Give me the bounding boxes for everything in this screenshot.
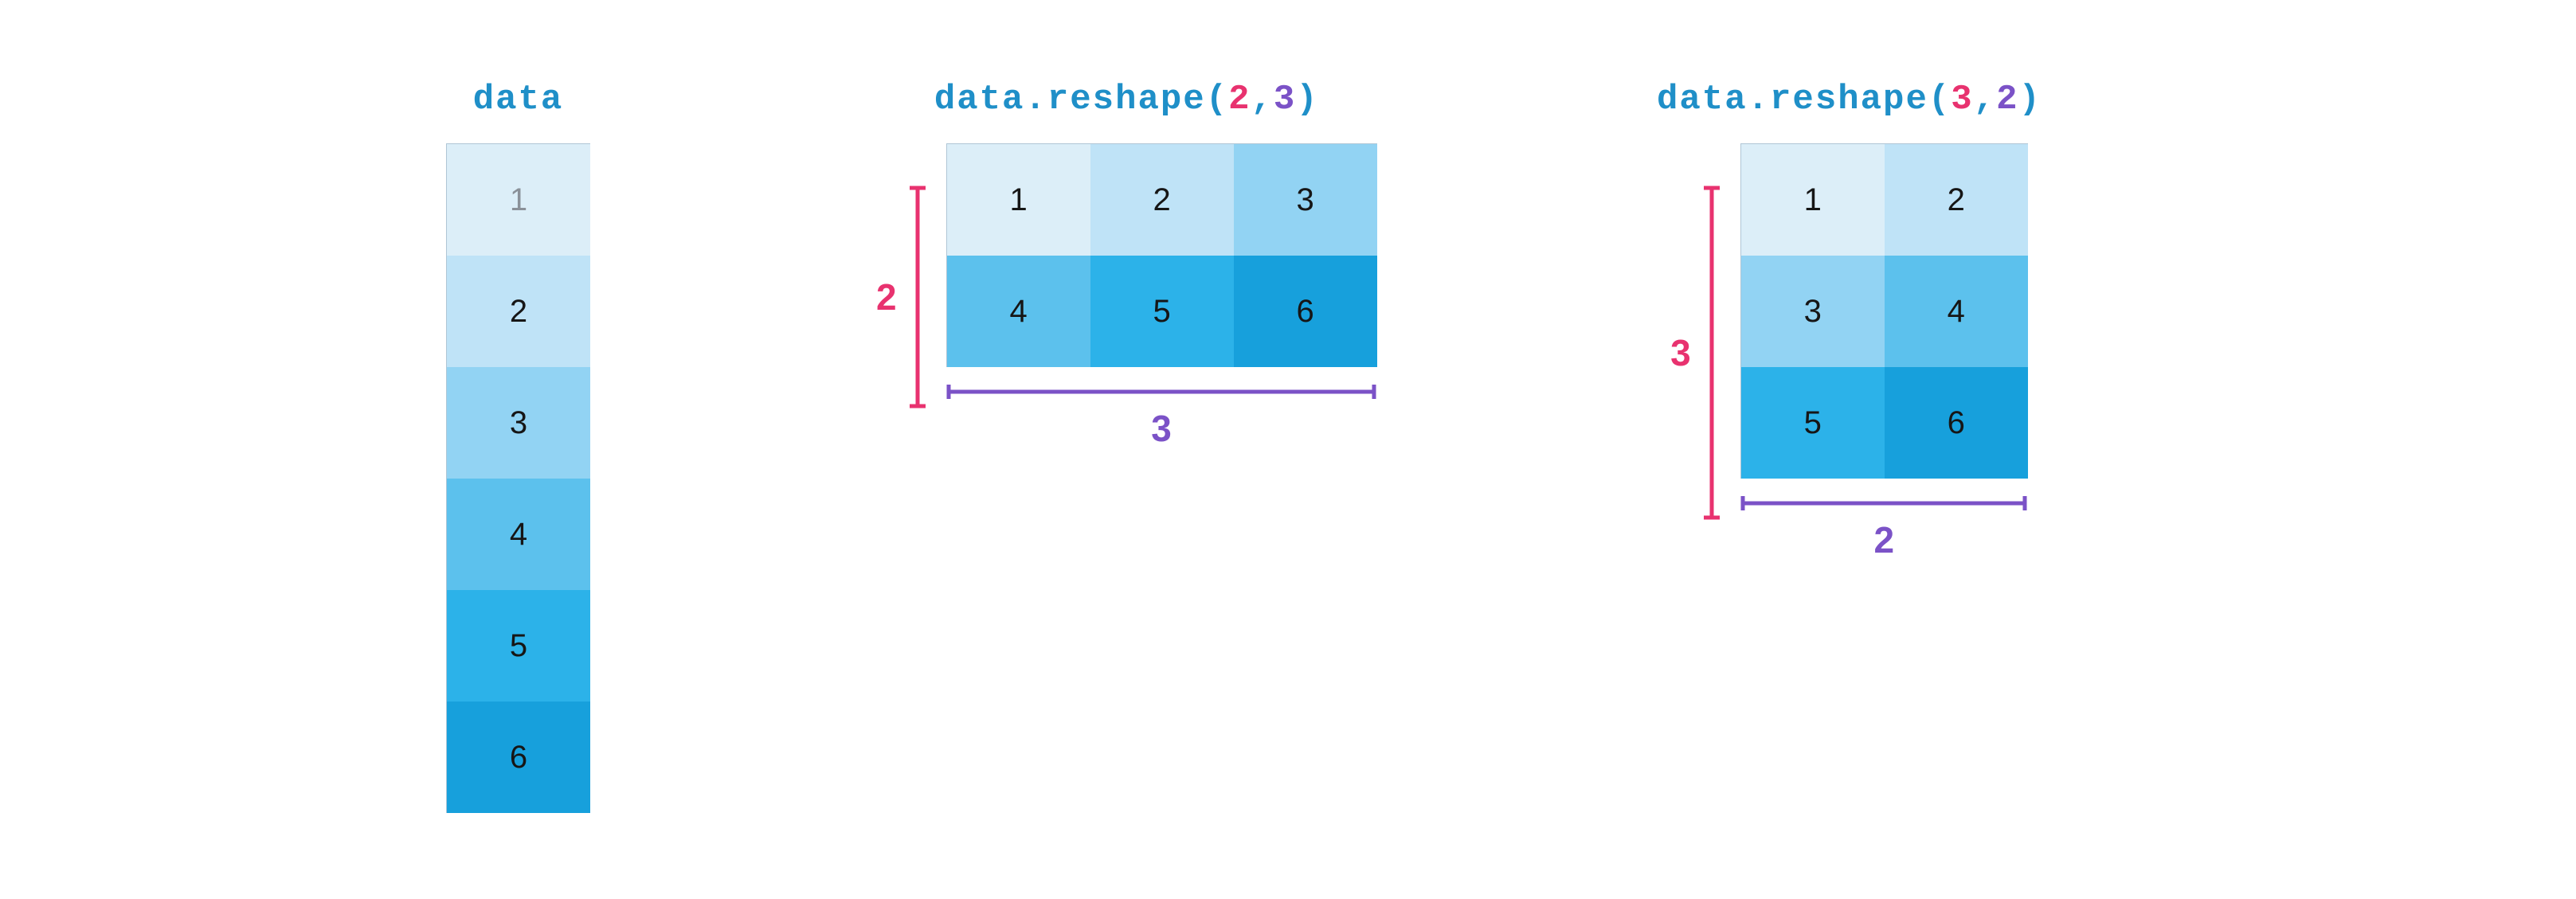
reshape23-cell: 4 bbox=[947, 256, 1090, 367]
reshape23-title: data.reshape(2,3) bbox=[934, 80, 1319, 119]
reshape32-cell: 2 bbox=[1885, 144, 2028, 256]
reshape23-cell: 5 bbox=[1090, 256, 1234, 367]
reshape32-grid: 1 2 3 4 5 6 bbox=[1740, 143, 2028, 479]
source-cell: 6 bbox=[447, 702, 590, 813]
source-cell: 4 bbox=[447, 479, 590, 590]
source-cell: 3 bbox=[447, 367, 590, 479]
reshape32-cell: 6 bbox=[1885, 367, 2028, 479]
reshape32-cell: 3 bbox=[1741, 256, 1885, 367]
reshape32-cols-label: 2 bbox=[1873, 518, 1894, 561]
reshape23-cols-label: 3 bbox=[1151, 407, 1172, 450]
reshape23-rows-label: 2 bbox=[876, 276, 897, 319]
panel-reshape-2-3: data.reshape(2,3) 2 1 2 3 4 5 6 bbox=[876, 80, 1377, 450]
reshape32-rows-label: 3 bbox=[1670, 331, 1691, 374]
panel-source: data 1 2 3 4 5 6 bbox=[446, 80, 590, 813]
reshape32-cell: 4 bbox=[1885, 256, 2028, 367]
reshape23-grid: 1 2 3 4 5 6 bbox=[946, 143, 1377, 367]
bracket-icon bbox=[1701, 186, 1723, 520]
reshape32-title: data.reshape(3,2) bbox=[1657, 80, 2042, 119]
reshape32-rows-bracket: 3 bbox=[1670, 186, 1723, 520]
reshape32-cols-bracket: 2 bbox=[1740, 493, 2028, 561]
source-title: data bbox=[473, 80, 564, 119]
bracket-icon bbox=[1740, 493, 2027, 514]
reshape32-cell: 1 bbox=[1741, 144, 1885, 256]
bracket-icon bbox=[906, 186, 929, 408]
reshape23-cell: 2 bbox=[1090, 144, 1234, 256]
source-grid: 1 2 3 4 5 6 bbox=[446, 143, 590, 813]
source-cell: 5 bbox=[447, 590, 590, 702]
panel-reshape-3-2: data.reshape(3,2) 3 1 2 3 4 5 6 bbox=[1657, 80, 2042, 561]
reshape23-cell: 1 bbox=[947, 144, 1090, 256]
bracket-icon bbox=[946, 381, 1376, 402]
reshape23-cols-bracket: 3 bbox=[946, 381, 1377, 450]
reshape23-rows-bracket: 2 bbox=[876, 186, 929, 408]
source-cell: 1 bbox=[447, 144, 590, 256]
source-cell: 2 bbox=[447, 256, 590, 367]
reshape32-cell: 5 bbox=[1741, 367, 1885, 479]
reshape23-cell: 3 bbox=[1234, 144, 1377, 256]
reshape23-cell: 6 bbox=[1234, 256, 1377, 367]
